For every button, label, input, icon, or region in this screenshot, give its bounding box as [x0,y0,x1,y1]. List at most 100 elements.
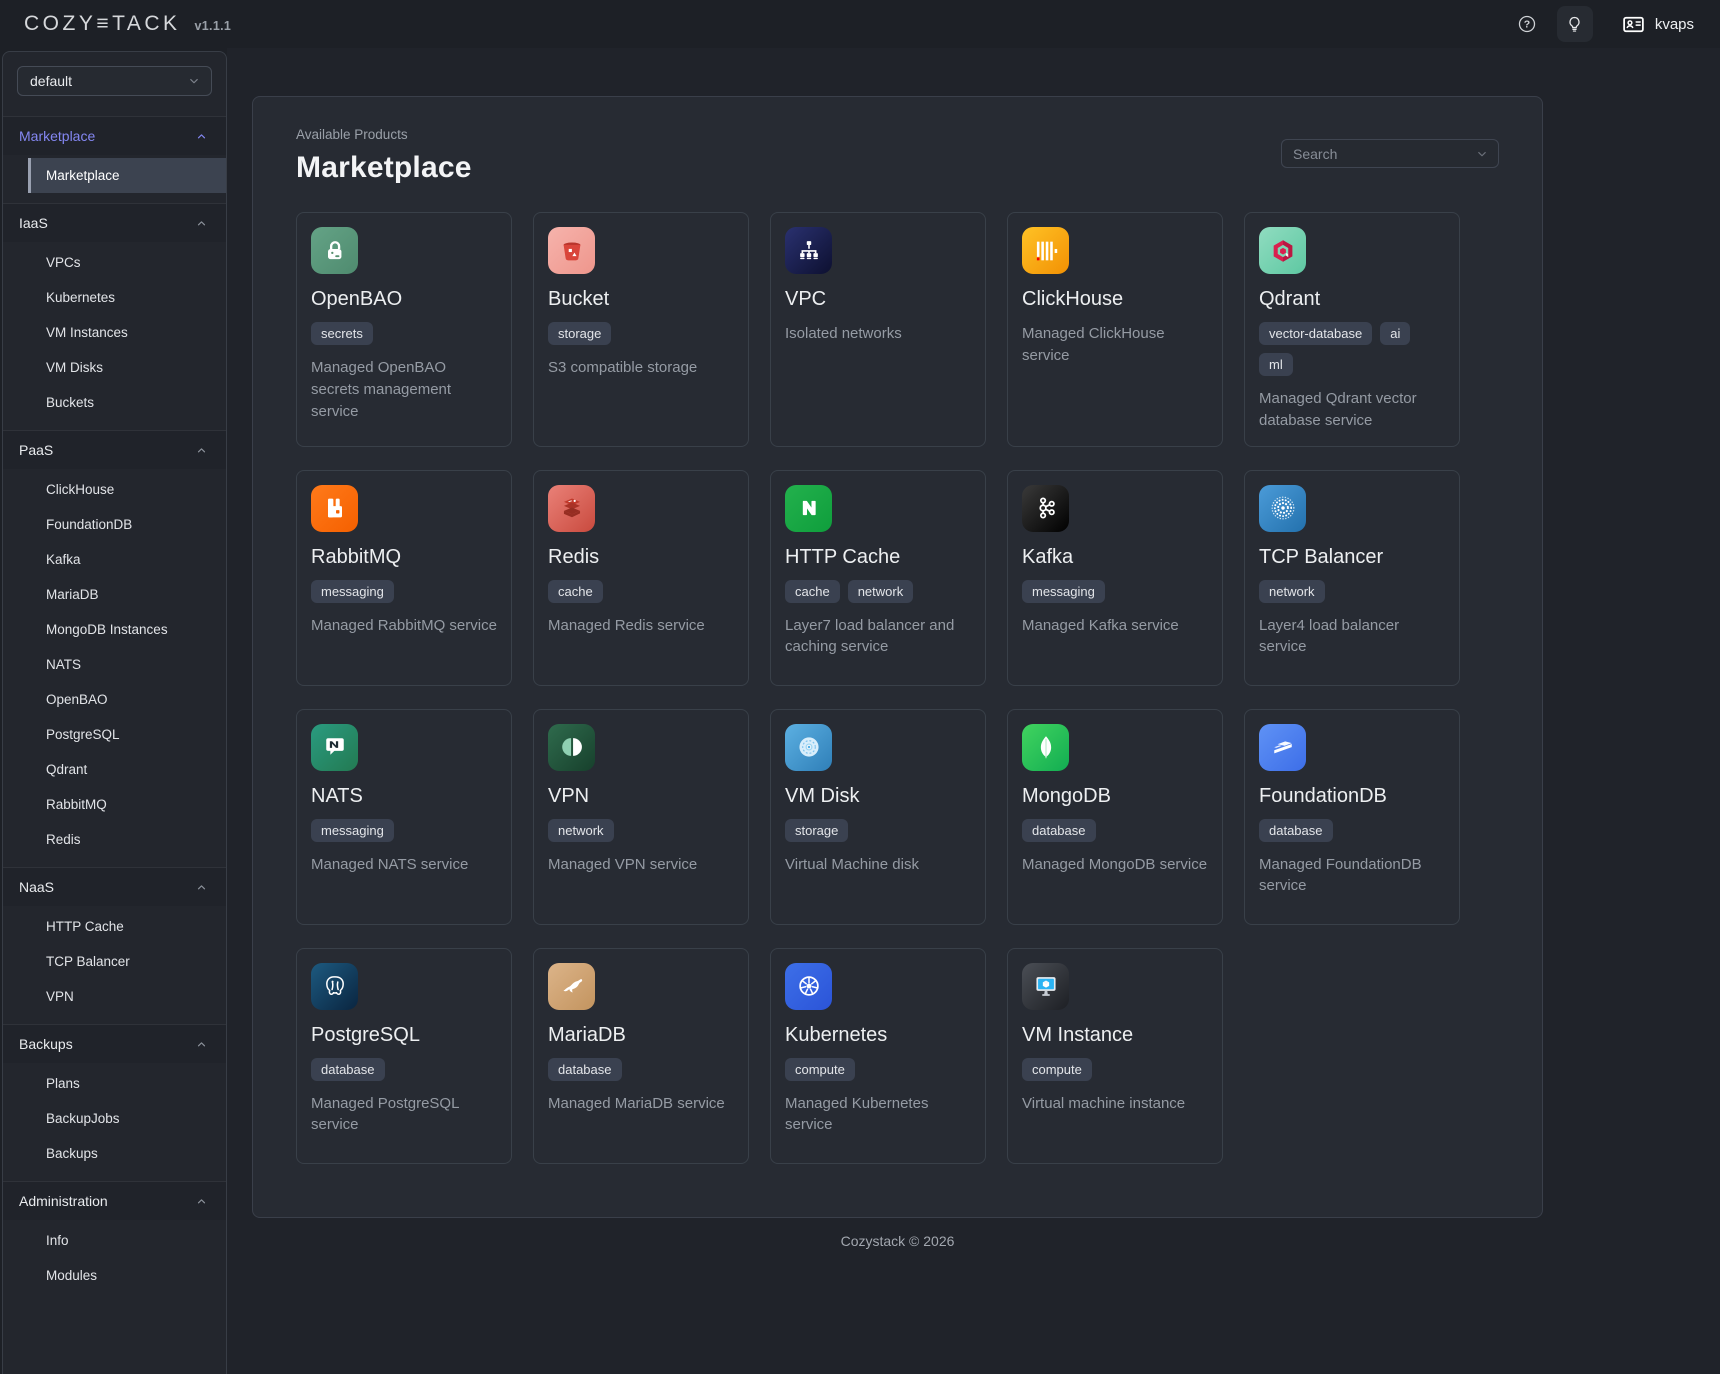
product-card-postgresql[interactable]: PostgreSQLdatabaseManaged PostgreSQL ser… [296,948,512,1164]
product-card-vpc[interactable]: VPCIsolated networks [770,212,986,447]
sidebar-item-info[interactable]: Info [3,1223,226,1258]
sidebar-item-openbao[interactable]: OpenBAO [3,682,226,717]
product-card-vm-instance[interactable]: VM InstancecomputeVirtual machine instan… [1007,948,1223,1164]
sidebar-item-http-cache[interactable]: HTTP Cache [3,909,226,944]
sidebar-item-redis[interactable]: Redis [3,822,226,857]
product-title: Bucket [548,288,734,311]
sidebar-section-items: HTTP CacheTCP BalancerVPN [3,906,226,1024]
product-tag-messaging: messaging [311,819,394,842]
workspace-area: default [3,52,226,116]
product-description: Managed Redis service [548,615,734,637]
header-actions: ? kvaps [1509,6,1694,42]
help-button[interactable]: ? [1509,6,1545,42]
workspace-select-value: default [30,73,72,89]
product-tag-network: network [1259,580,1325,603]
product-title: HTTP Cache [785,546,971,569]
sidebar-section-header-iaas[interactable]: IaaS [3,204,226,242]
product-card-foundationdb[interactable]: FoundationDB database Managed FoundationDB… [1244,709,1460,925]
product-card-mariadb[interactable]: MariaDBdatabaseManaged MariaDB service [533,948,749,1164]
sidebar-item-vm-disks[interactable]: VM Disks [3,350,226,385]
app-logo: COZY≡TACK [24,12,181,36]
sidebar-item-tcp-balancer[interactable]: TCP Balancer [3,944,226,979]
page-title: Marketplace [296,151,472,185]
sidebar-item-plans[interactable]: Plans [3,1066,226,1101]
sidebar-item-clickhouse[interactable]: ClickHouse [3,472,226,507]
product-title: Qdrant [1259,288,1445,311]
product-card-vm-disk[interactable]: VM DiskstorageVirtual Machine disk [770,709,986,925]
product-description: Managed FoundationDB service [1259,854,1445,898]
sidebar-section-header-administration[interactable]: Administration [3,1182,226,1220]
product-title: FoundationDB [1259,785,1445,808]
product-card-clickhouse[interactable]: ClickHouseManaged ClickHouse service [1007,212,1223,447]
sidebar-item-vpn[interactable]: VPN [3,979,226,1014]
sidebar-section-header-backups[interactable]: Backups [3,1025,226,1063]
product-tags: compute [785,1058,971,1081]
search-select[interactable]: Search [1281,139,1499,168]
sidebar-section-items: Marketplace [3,155,226,203]
sidebar-item-vm-instances[interactable]: VM Instances [3,315,226,350]
sidebar-item-vpcs[interactable]: VPCs [3,245,226,280]
product-tag-messaging: messaging [1022,580,1105,603]
product-card-kubernetes[interactable]: Kubernetes compute Managed Kubernetes serv… [770,948,986,1164]
sidebar-item-qdrant[interactable]: Qdrant [3,752,226,787]
sidebar-section-header-marketplace[interactable]: Marketplace [3,117,226,155]
sidebar-item-buckets[interactable]: Buckets [3,385,226,420]
sidebar-item-foundationdb[interactable]: FoundationDB [3,507,226,542]
sidebar-item-mariadb[interactable]: MariaDB [3,577,226,612]
sidebar-section-items: InfoModules [3,1220,226,1303]
product-title: PostgreSQL [311,1024,497,1047]
sidebar-item-marketplace[interactable]: Marketplace [28,158,226,193]
workspace-select[interactable]: default [17,66,212,96]
help-circle-icon: ? [1516,13,1538,35]
product-title: Kubernetes [785,1024,971,1047]
sidebar-item-kafka[interactable]: Kafka [3,542,226,577]
product-card-tcp-balancer[interactable]: TCP BalancernetworkLayer4 load balancer … [1244,470,1460,686]
dotted-globe-icon [1259,485,1306,532]
sidebar-item-modules[interactable]: Modules [3,1258,226,1293]
product-description: Managed RabbitMQ service [311,615,497,637]
product-tags: network [548,819,734,842]
product-description: Managed MariaDB service [548,1093,734,1115]
product-card-nats[interactable]: NATSmessagingManaged NATS service [296,709,512,925]
sidebar-item-rabbitmq[interactable]: RabbitMQ [3,787,226,822]
product-card-kafka[interactable]: KafkamessagingManaged Kafka service [1007,470,1223,686]
product-card-qdrant[interactable]: Qdrantvector-databaseaimlManaged Qdrant … [1244,212,1460,447]
nginx-icon [785,485,832,532]
sidebar-item-kubernetes[interactable]: Kubernetes [3,280,226,315]
product-tags: database [311,1058,497,1081]
sidebar-section-label: Marketplace [19,128,95,144]
sidebar-section-backups: BackupsPlansBackupJobsBackups [3,1024,226,1181]
disk-icon [785,724,832,771]
product-card-openbao[interactable]: OpenBAOsecretsManaged OpenBAO secrets ma… [296,212,512,447]
product-tag-vector-database: vector-database [1259,322,1372,345]
brand: COZY≡TACK v1.1.1 [24,12,231,36]
product-card-redis[interactable]: RediscacheManaged Redis service [533,470,749,686]
product-description: Managed Kubernetes service [785,1093,971,1137]
product-tags: database [1259,819,1445,842]
nats-bubble-icon [311,724,358,771]
product-card-rabbitmq[interactable]: RabbitMQmessagingManaged RabbitMQ servic… [296,470,512,686]
sidebar-item-backups[interactable]: Backups [3,1136,226,1171]
product-tags: cachenetwork [785,580,971,603]
product-title: Redis [548,546,734,569]
sidebar-item-backupjobs[interactable]: BackupJobs [3,1101,226,1136]
chevron-down-icon [1475,147,1489,161]
product-tags: storage [548,322,734,345]
theme-toggle-button[interactable] [1557,6,1593,42]
sidebar-item-mongodb-instances[interactable]: MongoDB Instances [3,612,226,647]
product-tags: compute [1022,1058,1208,1081]
main-area: Available Products Marketplace Search Op… [227,48,1720,1374]
sidebar-item-postgresql[interactable]: PostgreSQL [3,717,226,752]
product-card-vpn[interactable]: VPNnetworkManaged VPN service [533,709,749,925]
user-menu-button[interactable]: kvaps [1621,12,1694,37]
product-card-bucket[interactable]: BucketstorageS3 compatible storage [533,212,749,447]
sidebar-item-nats[interactable]: NATS [3,647,226,682]
sidebar-section-header-naas[interactable]: NaaS [3,868,226,906]
product-card-http-cache[interactable]: HTTP CachecachenetworkLayer7 load balanc… [770,470,986,686]
kubernetes-helm-icon [785,963,832,1010]
user-name: kvaps [1655,16,1694,33]
product-tag-database: database [1259,819,1333,842]
sidebar-section-header-paas[interactable]: PaaS [3,431,226,469]
product-card-mongodb[interactable]: MongoDBdatabaseManaged MongoDB service [1007,709,1223,925]
postgresql-elephant-icon [311,963,358,1010]
